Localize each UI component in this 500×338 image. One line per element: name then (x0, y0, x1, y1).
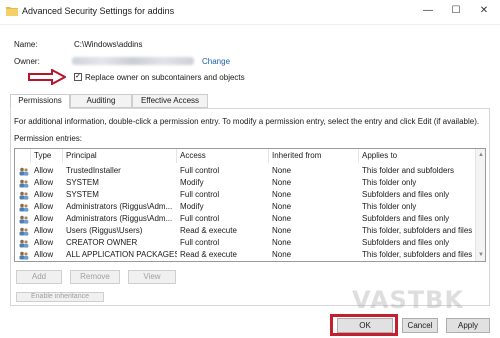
table-row[interactable]: Allow SYSTEM Full control None Subfolders an… (15, 189, 477, 201)
cell-type: Allow (34, 250, 54, 259)
change-owner-link[interactable]: Change (202, 57, 230, 66)
scroll-down-icon[interactable]: ▼ (477, 251, 485, 259)
cell-applies-to: This folder, subfolders and files (362, 226, 473, 235)
cell-access: Read & execute (180, 226, 237, 235)
remove-button[interactable]: Remove (70, 270, 120, 284)
enable-inheritance-button[interactable]: Enable inheritance (16, 292, 104, 302)
user-group-icon (19, 227, 29, 236)
column-header-access[interactable]: Access (177, 149, 269, 163)
tab-effective-access[interactable]: Effective Access (132, 94, 208, 108)
column-header-icon (15, 149, 31, 163)
column-header-principal[interactable]: Principal (63, 149, 177, 163)
cell-inherited-from: None (272, 190, 292, 199)
cell-type: Allow (34, 226, 54, 235)
column-header-inherited-from[interactable]: Inherited from (269, 149, 359, 163)
cell-inherited-from: None (272, 202, 292, 211)
title-bar: Advanced Security Settings for addins — … (0, 0, 500, 24)
cell-type: Allow (34, 238, 54, 247)
table-row[interactable]: Allow CREATOR OWNER Full control None Subfol… (15, 237, 477, 249)
cell-access: Full control (180, 214, 220, 223)
cell-inherited-from: None (272, 250, 292, 259)
cell-type: Allow (34, 178, 54, 187)
cell-principal: TrustedInstaller (66, 166, 121, 175)
name-value: C:\Windows\addins (74, 40, 143, 49)
replace-owner-checkbox[interactable]: ✓ (74, 73, 82, 81)
red-arrow-icon (28, 69, 66, 85)
cell-applies-to: This folder and subfolders (362, 166, 455, 175)
cancel-button[interactable]: Cancel (402, 318, 438, 333)
cell-access: Modify (180, 178, 204, 187)
cell-principal: Administrators (Riggus\Adm... (66, 202, 173, 211)
cell-inherited-from: None (272, 214, 292, 223)
close-button[interactable]: ✕ (472, 2, 496, 20)
cell-applies-to: This folder only (362, 202, 417, 211)
cell-principal: Users (Riggus\Users) (66, 226, 143, 235)
cell-principal: SYSTEM (66, 190, 99, 199)
cell-access: Read & execute (180, 250, 237, 259)
cell-applies-to: This folder only (362, 178, 417, 187)
cell-access: Modify (180, 202, 204, 211)
tab-permissions[interactable]: Permissions (10, 94, 70, 109)
user-group-icon (19, 179, 29, 188)
apply-button[interactable]: Apply (446, 318, 490, 333)
scroll-up-icon[interactable]: ▲ (477, 151, 485, 159)
vertical-scrollbar[interactable]: ▲ ▼ (475, 149, 485, 261)
cell-applies-to: Subfolders and files only (362, 214, 450, 223)
user-group-icon (19, 203, 29, 212)
user-group-icon (19, 239, 29, 248)
cell-inherited-from: None (272, 238, 292, 247)
name-label: Name: (14, 40, 38, 49)
cell-type: Allow (34, 202, 54, 211)
table-row[interactable]: Allow Administrators (Riggus\Adm... Modify… (15, 201, 477, 213)
cell-type: Allow (34, 166, 54, 175)
view-button[interactable]: View (128, 270, 176, 284)
add-button[interactable]: Add (16, 270, 62, 284)
table-row[interactable]: Allow SYSTEM Modify None This folder only (15, 177, 477, 189)
window-title: Advanced Security Settings for addins (22, 6, 175, 16)
cell-inherited-from: None (272, 166, 292, 175)
permission-entries-list[interactable]: Type Principal Access Inherited from App… (14, 148, 486, 262)
cell-inherited-from: None (272, 178, 292, 187)
owner-value-blurred (72, 57, 194, 65)
ok-button[interactable]: OK (337, 318, 393, 333)
cell-principal: CREATOR OWNER (66, 238, 138, 247)
column-header-type[interactable]: Type (31, 149, 63, 163)
user-group-icon (19, 167, 29, 176)
title-separator (0, 24, 500, 25)
cell-principal: SYSTEM (66, 178, 99, 187)
tab-auditing[interactable]: Auditing (70, 94, 132, 108)
cell-access: Full control (180, 166, 220, 175)
owner-label: Owner: (14, 57, 40, 66)
table-row[interactable]: Allow Users (Riggus\Users) Read & execute N… (15, 225, 477, 237)
user-group-icon (19, 215, 29, 224)
replace-owner-label: Replace owner on subcontainers and objec… (85, 73, 245, 82)
cell-access: Full control (180, 238, 220, 247)
cell-principal: Administrators (Riggus\Adm... (66, 214, 173, 223)
table-row[interactable]: Allow TrustedInstaller Full control None Thi… (15, 165, 477, 177)
user-group-icon (19, 191, 29, 200)
user-group-icon (19, 251, 29, 260)
minimize-button[interactable]: — (416, 2, 440, 20)
maximize-button[interactable]: ☐ (444, 2, 468, 20)
folder-icon (6, 7, 18, 16)
info-text: For additional information, double-click… (14, 117, 480, 126)
cell-principal: ALL APPLICATION PACKAGES (66, 250, 177, 259)
table-row[interactable]: Allow Administrators (Riggus\Adm... Full c… (15, 213, 477, 225)
table-row[interactable]: Allow ALL APPLICATION PACKAGES Read & exec… (15, 249, 477, 261)
cell-type: Allow (34, 190, 54, 199)
watermark: VASTBK (352, 286, 465, 314)
column-header-applies-to[interactable]: Applies to (359, 149, 477, 163)
permission-entries-label: Permission entries: (14, 134, 83, 143)
cell-applies-to: This folder, subfolders and files (362, 250, 473, 259)
cell-access: Full control (180, 190, 220, 199)
cell-type: Allow (34, 214, 54, 223)
cell-applies-to: Subfolders and files only (362, 238, 450, 247)
cell-applies-to: Subfolders and files only (362, 190, 450, 199)
cell-inherited-from: None (272, 226, 292, 235)
